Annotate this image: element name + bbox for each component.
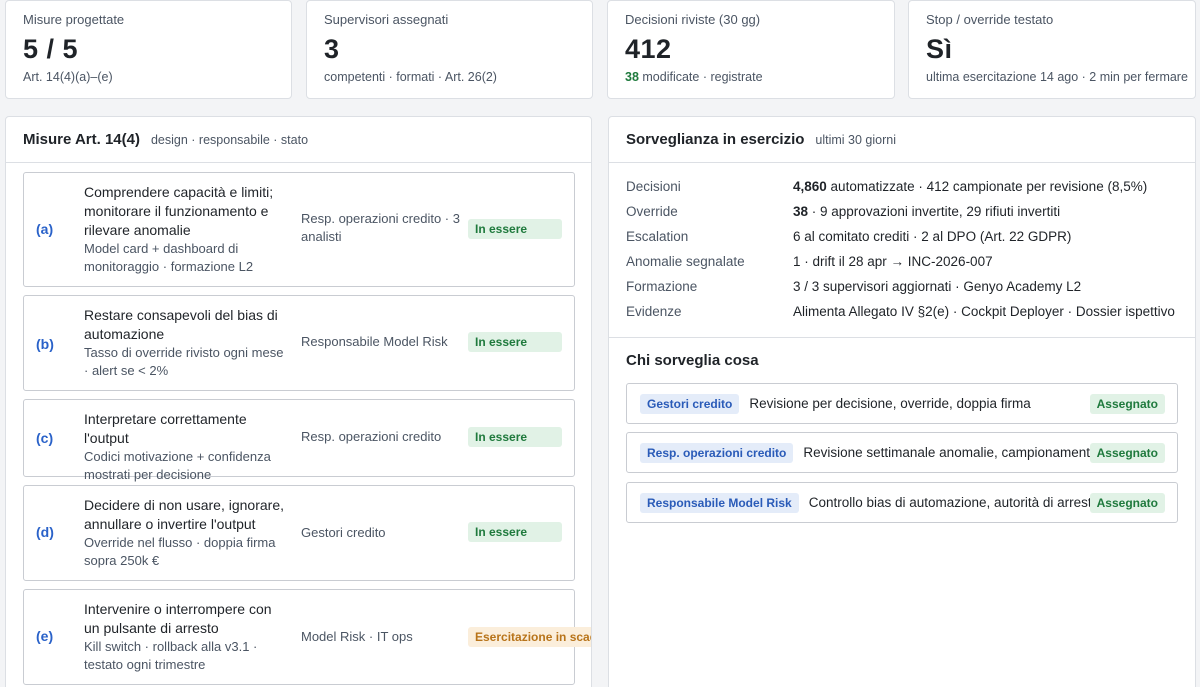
measure-text: Decidere di non usare, ignorare, annulla… — [84, 496, 290, 570]
kpi-sub: competenti · formati · Art. 26(2) — [324, 70, 497, 84]
measure-owner: Gestori credito — [301, 525, 386, 540]
measure-title: Decidere di non usare, ignorare, annulla… — [84, 497, 285, 532]
measure-design: Tasso di override rivisto ogni mese · al… — [84, 345, 284, 378]
section-title: Chi sorveglia cosa — [626, 352, 759, 369]
measure-owner: Responsabile Model Risk — [301, 334, 448, 349]
role-tag: Resp. operazioni credito — [640, 442, 794, 463]
role-tag: Responsabile Model Risk — [640, 492, 799, 513]
measures-panel-header: Misure Art. 14(4) design · responsabile … — [6, 117, 591, 163]
measure-title: Intervenire o interrompere con un pulsan… — [84, 601, 272, 636]
stat-value: Alimenta Allegato IV §2(e) · Cockpit Dep… — [793, 304, 1175, 319]
stat-value-strong: 4,860 — [793, 179, 827, 194]
kpi-card-misure: Misure progettate 5 / 5 Art. 14(4)(a)–(e… — [5, 0, 292, 99]
assignment-status-badge: Assegnato — [1089, 442, 1165, 463]
stat-value: 3 / 3 supervisori aggiornati · Genyo Aca… — [793, 279, 1082, 294]
kpi-sub: Art. 14(4)(a)–(e) — [23, 70, 113, 84]
measure-letter: (e) — [36, 628, 54, 644]
stat-label: Escalation — [626, 229, 689, 244]
measure-letter: (c) — [36, 430, 54, 446]
kpi-label: Decisioni riviste (30 gg) — [625, 12, 761, 27]
measure-letter: (d) — [36, 524, 54, 540]
kpi-value: Sì — [926, 34, 953, 64]
stat-label: Override — [626, 204, 678, 219]
stat-value: 4,860 automatizzate · 412 campionate per… — [793, 178, 1147, 196]
kpi-sub-highlight: 38 — [625, 70, 639, 84]
panel-subtitle: design · responsabile · stato — [150, 132, 309, 147]
kpi-card-supervisori: Supervisori assegnati 3 competenti · for… — [306, 0, 593, 99]
stat-label: Formazione — [626, 279, 698, 294]
stat-value-text: · 9 approvazioni invertite, 29 rifiuti i… — [808, 204, 1061, 219]
assignment-status-badge: Assegnato — [1089, 393, 1165, 414]
measure-row-b[interactable]: (b) Restare consapevoli del bias di auto… — [23, 295, 575, 391]
measure-row-e[interactable]: (e) Intervenire o interrompere con un pu… — [23, 589, 591, 685]
assignment-row[interactable]: Gestori credito Revisione per decisione,… — [626, 383, 1178, 424]
kpi-label: Misure progettate — [23, 12, 125, 27]
status-badge: Esercitazione in scadenza — [468, 627, 591, 647]
assignment-task: Revisione per decisione, override, doppi… — [749, 396, 1031, 411]
stat-value: 6 al comitato crediti · 2 al DPO (Art. 2… — [793, 229, 1072, 244]
status-badge: In essere — [468, 332, 562, 352]
measure-design: Codici motivazione + confidenza mostrati… — [84, 449, 271, 482]
measure-design: Override nel flusso · doppia firma sopra… — [84, 535, 276, 568]
measure-owner: Resp. operazioni credito · 3 analisti — [301, 211, 460, 244]
measure-letter: (a) — [36, 221, 54, 237]
measure-design: Model card + dashboard di monitoraggio ·… — [84, 241, 254, 274]
measure-owner: Model Risk · IT ops — [301, 629, 413, 644]
oversight-panel-header: Sorveglianza in esercizio ultimi 30 gior… — [609, 117, 1195, 163]
stat-label: Evidenze — [626, 304, 682, 319]
role-tag: Gestori credito — [640, 393, 740, 414]
measure-row-c[interactable]: (c) Interpretare correttamente l'output … — [23, 399, 575, 482]
assignment-task: Revisione settimanale anomalie, campiona… — [803, 445, 1098, 460]
kpi-sub: 38 modificate · registrate — [625, 70, 877, 84]
measure-text: Comprendere capacità e limiti; monitorar… — [84, 183, 290, 276]
kpi-sub-text: modificate · registrate — [638, 70, 763, 84]
measures-panel: Misure Art. 14(4) design · responsabile … — [5, 116, 592, 687]
kpi-card-decisioni: Decisioni riviste (30 gg) 412 38 modific… — [607, 0, 895, 99]
kpi-value: 3 — [324, 34, 340, 64]
who-section-header: Chi sorveglia cosa — [609, 337, 1195, 383]
status-badge: In essere — [468, 522, 562, 542]
measure-text: Interpretare correttamente l'output Codi… — [84, 410, 290, 484]
measure-owner: Resp. operazioni credito — [301, 429, 442, 444]
panel-title: Misure Art. 14(4) — [23, 131, 140, 148]
kpi-sub: ultima esercitazione 14 ago · 2 min per … — [926, 70, 1188, 84]
stat-value-text: automatizzate · 412 campionate per revis… — [826, 179, 1148, 194]
assignment-row[interactable]: Responsabile Model Risk Controllo bias d… — [626, 482, 1178, 523]
measure-text: Intervenire o interrompere con un pulsan… — [84, 600, 290, 674]
stat-value: 1 · drift il 28 apr → INC-2026-007 — [793, 254, 993, 269]
measure-row-d[interactable]: (d) Decidere di non usare, ignorare, ann… — [23, 485, 575, 581]
assignment-task: Controllo bias di automazione, autorità … — [808, 495, 1100, 510]
measure-title: Interpretare correttamente l'output — [84, 411, 247, 446]
status-badge: In essere — [468, 219, 562, 239]
measure-letter: (b) — [36, 336, 54, 352]
assignment-status-badge: Assegnato — [1089, 492, 1165, 513]
measure-design: Kill switch · rollback alla v3.1 · testa… — [84, 639, 258, 672]
measure-text: Restare consapevoli del bias di automazi… — [84, 306, 290, 380]
kpi-value: 412 — [625, 34, 672, 64]
kpi-card-stop: Stop / override testato Sì ultima eserci… — [908, 0, 1196, 99]
kpi-label: Supervisori assegnati — [324, 12, 449, 27]
kpi-value: 5 / 5 — [23, 34, 79, 64]
panel-title: Sorveglianza in esercizio — [626, 131, 805, 148]
stat-label: Anomalie segnalate — [626, 254, 745, 269]
kpi-label: Stop / override testato — [926, 12, 1054, 27]
stat-value: 38 · 9 approvazioni invertite, 29 rifiut… — [793, 203, 1060, 221]
status-badge: In essere — [468, 427, 562, 447]
measure-title: Restare consapevoli del bias di automazi… — [84, 307, 278, 342]
measure-row-a[interactable]: (a) Comprendere capacità e limiti; monit… — [23, 172, 575, 287]
oversight-panel: Sorveglianza in esercizio ultimi 30 gior… — [608, 116, 1196, 687]
panel-subtitle: ultimi 30 giorni — [815, 132, 896, 147]
assignment-row[interactable]: Resp. operazioni credito Revisione setti… — [626, 432, 1178, 473]
stat-label: Decisioni — [626, 179, 681, 194]
stat-value-strong: 38 — [793, 204, 809, 219]
measure-title: Comprendere capacità e limiti; monitorar… — [84, 184, 274, 238]
